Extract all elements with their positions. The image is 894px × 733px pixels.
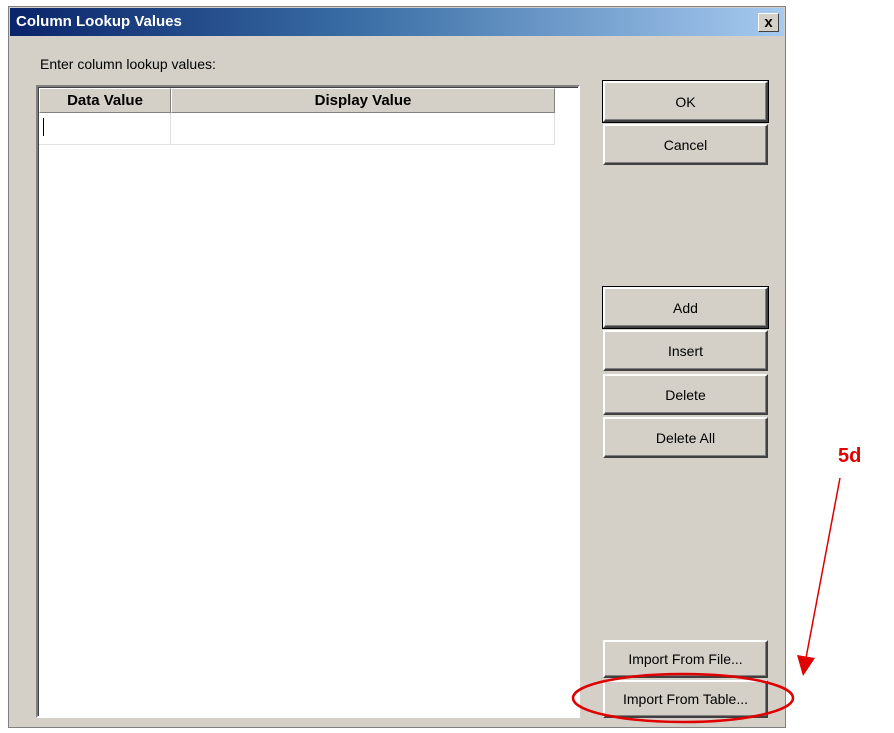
annotation-arrowhead bbox=[797, 655, 815, 676]
annotation-overlay bbox=[571, 477, 841, 724]
annotation-highlight-ellipse bbox=[571, 672, 795, 724]
annotation-arrow-line bbox=[805, 477, 841, 659]
